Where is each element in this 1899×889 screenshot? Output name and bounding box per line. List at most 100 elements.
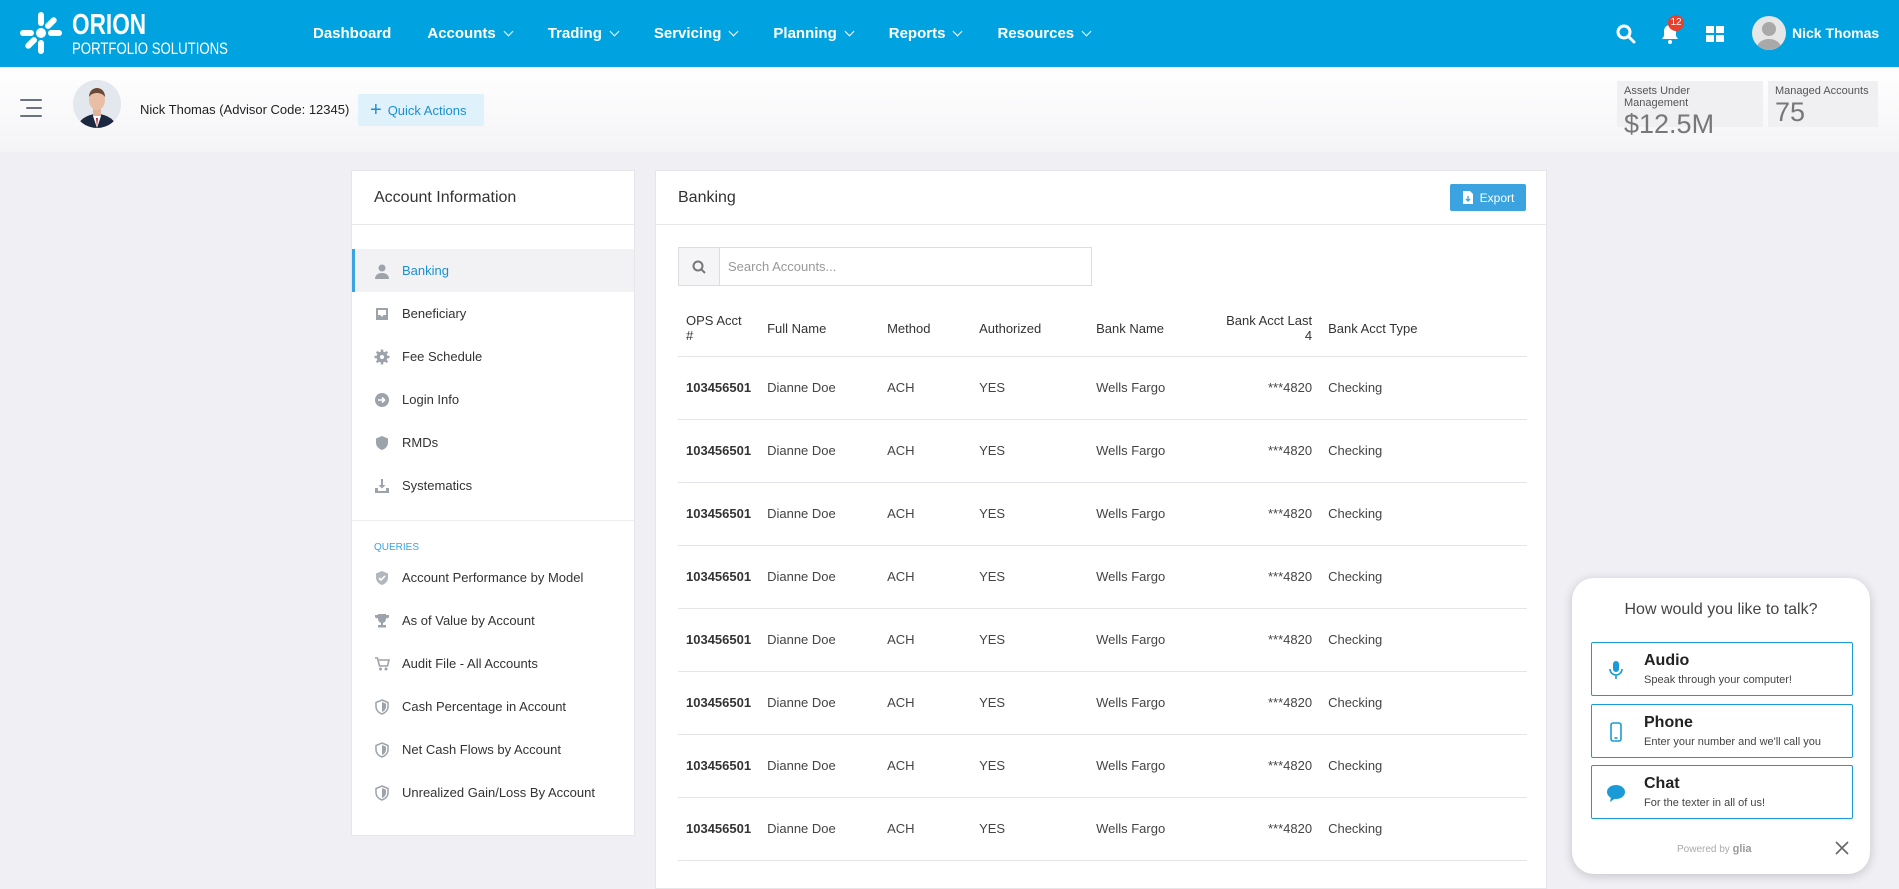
- nav-planning[interactable]: Planning: [773, 25, 855, 42]
- contact-widget-title: How would you like to talk?: [1624, 601, 1818, 618]
- account-info-menu: Banking Beneficiary Fee Schedule Login I…: [352, 225, 634, 814]
- table-row[interactable]: 103456501 Dianne Doe ACH YES Wells Fargo…: [678, 482, 1527, 546]
- nav-resources[interactable]: Resources: [997, 25, 1092, 42]
- cell-authorized: YES: [971, 356, 1089, 420]
- search-icon[interactable]: [679, 248, 720, 285]
- panel-title: Account Information: [352, 171, 634, 225]
- col-method[interactable]: Method: [879, 301, 972, 357]
- cell-ops-acct: 103456501: [678, 608, 760, 672]
- inbox-icon: [376, 307, 388, 320]
- table-row[interactable]: 103456501 Dianne Doe ACH YES Wells Fargo…: [678, 419, 1527, 483]
- query-label: Account Performance by Model: [402, 570, 584, 585]
- cell-acct-type: Checking: [1320, 356, 1527, 420]
- close-icon[interactable]: [1834, 840, 1850, 856]
- aum-stat: Assets Under Management $12.5M: [1617, 81, 1763, 139]
- col-bank-name[interactable]: Bank Name: [1088, 301, 1209, 357]
- col-bank-acct-last4[interactable]: Bank Acct Last 4: [1208, 301, 1321, 357]
- nav-trading[interactable]: Trading: [548, 25, 620, 42]
- cell-full-name: Dianne Doe: [759, 734, 880, 798]
- sidebar-item-label: RMDs: [402, 435, 439, 450]
- table-row[interactable]: 103456501 Dianne Doe ACH YES Wells Fargo…: [678, 797, 1527, 861]
- user-menu[interactable]: Nick Thomas: [1752, 16, 1879, 50]
- col-authorized[interactable]: Authorized: [971, 301, 1089, 357]
- search-accounts-input[interactable]: [720, 248, 1091, 285]
- query-label: Cash Percentage in Account: [402, 699, 567, 714]
- sidebar-item-systematics[interactable]: Systematics: [352, 464, 634, 507]
- apps-grid-icon[interactable]: [1703, 22, 1727, 46]
- advisor-avatar: [73, 80, 121, 128]
- export-button[interactable]: Export: [1450, 184, 1526, 211]
- top-navbar: ORION PORTFOLIO SOLUTIONS Dashboard Acco…: [0, 0, 1899, 67]
- cell-bank-name: Wells Fargo: [1088, 671, 1209, 735]
- table-row[interactable]: 103456501 Dianne Doe ACH YES Wells Fargo…: [678, 608, 1527, 672]
- table-row[interactable]: 103456501 Dianne Doe ACH YES Wells Fargo…: [678, 545, 1527, 609]
- aum-label: Assets Under Management: [1624, 85, 1691, 109]
- query-cash-percentage[interactable]: Cash Percentage in Account: [352, 685, 634, 728]
- query-audit-file[interactable]: Audit File - All Accounts: [352, 642, 634, 685]
- cell-authorized: YES: [971, 545, 1089, 609]
- query-label: Audit File - All Accounts: [402, 656, 538, 671]
- nav-servicing[interactable]: Servicing: [654, 25, 739, 42]
- nav-reports[interactable]: Reports: [889, 25, 963, 42]
- cell-bank-last4: ***4820: [1208, 482, 1321, 546]
- table-header-row: OPS Acct # Full Name Method Authorized B…: [678, 301, 1527, 357]
- banking-title: Banking: [656, 171, 1546, 225]
- cell-ops-acct: 103456501: [678, 419, 760, 483]
- cell-bank-name: Wells Fargo: [1088, 482, 1209, 546]
- query-as-of-value[interactable]: As of Value by Account: [352, 599, 634, 642]
- advisor-name: Nick Thomas (Advisor Code: 12345): [140, 102, 350, 117]
- col-ops-acct[interactable]: OPS Acct #: [678, 301, 760, 357]
- query-net-cash-flows[interactable]: Net Cash Flows by Account: [352, 728, 634, 771]
- sidebar-item-fee-schedule[interactable]: Fee Schedule: [352, 335, 634, 378]
- cell-bank-name: Wells Fargo: [1088, 545, 1209, 609]
- cell-bank-name: Wells Fargo: [1088, 419, 1209, 483]
- search-icon[interactable]: [1614, 22, 1638, 46]
- cell-acct-type: Checking: [1320, 734, 1527, 798]
- col-full-name[interactable]: Full Name: [759, 301, 880, 357]
- table-row[interactable]: 103456501 Dianne Doe ACH YES Wells Fargo…: [678, 734, 1527, 798]
- search-accounts-box: [678, 247, 1092, 286]
- gear-icon: [374, 349, 390, 364]
- table-row[interactable]: 103456501 Dianne Doe ACH YES Wells Fargo…: [678, 356, 1527, 420]
- query-unrealized-gain-loss[interactable]: Unrealized Gain/Loss By Account: [352, 771, 634, 814]
- sidebar-item-banking[interactable]: Banking: [352, 249, 634, 292]
- sidebar-item-beneficiary[interactable]: Beneficiary: [352, 292, 634, 335]
- cell-full-name: Dianne Doe: [759, 608, 880, 672]
- nav-accounts[interactable]: Accounts: [427, 25, 514, 42]
- quick-actions-button[interactable]: + Quick Actions: [358, 94, 484, 126]
- cart-icon: [375, 656, 390, 670]
- banking-table: OPS Acct # Full Name Method Authorized B…: [678, 301, 1527, 861]
- chat-option-button[interactable]: Chat For the texter in all of us!: [1591, 765, 1853, 819]
- chevron-down-icon: [844, 26, 855, 37]
- sidebar-item-rmds[interactable]: RMDs: [352, 421, 634, 464]
- table-row[interactable]: 103456501 Dianne Doe ACH YES Wells Fargo…: [678, 671, 1527, 735]
- cell-bank-last4: ***4820: [1208, 356, 1321, 420]
- audio-option-button[interactable]: Audio Speak through your computer!: [1591, 642, 1853, 696]
- contact-widget: How would you like to talk? Audio Speak …: [1572, 578, 1870, 874]
- shield-icon: [376, 435, 388, 450]
- cell-full-name: Dianne Doe: [759, 356, 880, 420]
- option-subtitle: Speak through your computer!: [1644, 674, 1792, 686]
- nav-dashboard[interactable]: Dashboard: [313, 25, 391, 42]
- sidebar-item-login-info[interactable]: Login Info: [352, 378, 634, 421]
- user-name: Nick Thomas: [1792, 25, 1880, 41]
- option-subtitle: For the texter in all of us!: [1644, 797, 1766, 809]
- managed-label: Managed Accounts: [1775, 85, 1869, 97]
- managed-value: 75: [1775, 97, 1806, 127]
- cell-bank-name: Wells Fargo: [1088, 356, 1209, 420]
- cell-authorized: YES: [971, 734, 1089, 798]
- orion-logo[interactable]: ORION PORTFOLIO SOLUTIONS: [18, 8, 228, 58]
- cell-authorized: YES: [971, 608, 1089, 672]
- query-account-performance[interactable]: Account Performance by Model: [352, 556, 634, 599]
- chevron-down-icon: [728, 26, 739, 37]
- cell-full-name: Dianne Doe: [759, 482, 880, 546]
- phone-option-button[interactable]: Phone Enter your number and we'll call y…: [1591, 704, 1853, 758]
- cell-ops-acct: 103456501: [678, 356, 760, 420]
- shield-icon: [375, 698, 389, 715]
- col-bank-acct-type[interactable]: Bank Acct Type: [1320, 301, 1527, 357]
- query-label: Unrealized Gain/Loss By Account: [402, 785, 595, 800]
- plus-icon: +: [370, 99, 382, 121]
- brand-subtitle: PORTFOLIO SOLUTIONS: [72, 40, 228, 58]
- cell-ops-acct: 103456501: [678, 797, 760, 861]
- menu-toggle-icon[interactable]: [20, 99, 42, 119]
